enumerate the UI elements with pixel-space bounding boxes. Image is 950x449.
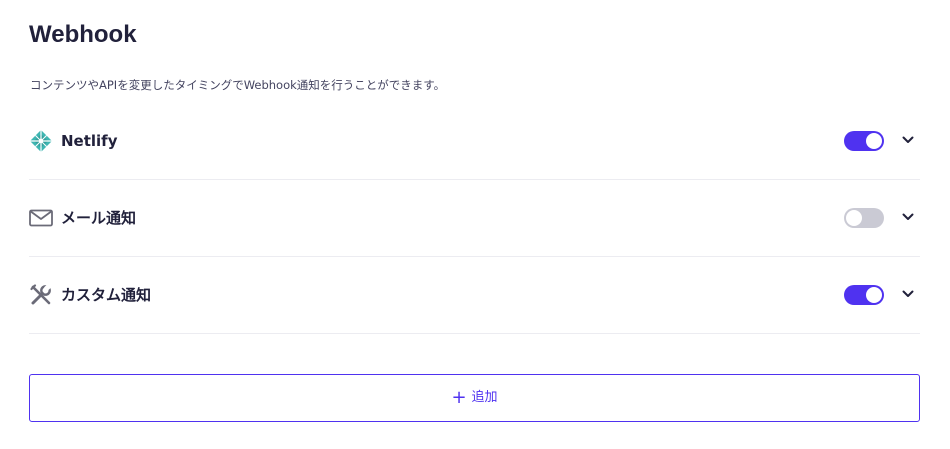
mail-icon	[29, 206, 53, 230]
webhook-row-netlify: Netlify	[29, 103, 920, 180]
chevron-down-icon[interactable]	[897, 129, 919, 153]
toggle-knob	[846, 210, 862, 226]
chevron-down-icon[interactable]	[897, 206, 919, 230]
webhook-name: カスタム通知	[61, 286, 152, 304]
plus-icon: +	[451, 386, 467, 408]
toggle-knob	[866, 133, 882, 149]
page-description: コンテンツやAPIを変更したタイミングでWebhook通知を行うことができます。	[30, 78, 446, 92]
netlify-icon	[29, 129, 53, 153]
webhook-toggle-custom[interactable]	[844, 285, 884, 305]
webhook-name: Netlify	[61, 132, 118, 150]
add-button-label: 追加	[471, 390, 498, 405]
add-webhook-button[interactable]: + 追加	[29, 374, 920, 422]
webhook-toggle-mail[interactable]	[844, 208, 884, 228]
webhook-row-custom: カスタム通知	[29, 257, 920, 334]
webhook-list: Netlify メール通知 カスタム通知	[29, 103, 920, 334]
toggle-knob	[866, 287, 882, 303]
webhook-toggle-netlify[interactable]	[844, 131, 884, 151]
chevron-down-icon[interactable]	[897, 283, 919, 307]
page-title: Webhook	[29, 21, 137, 48]
webhook-row-mail: メール通知	[29, 180, 920, 257]
tools-icon	[29, 283, 53, 307]
webhook-name: メール通知	[61, 209, 137, 227]
